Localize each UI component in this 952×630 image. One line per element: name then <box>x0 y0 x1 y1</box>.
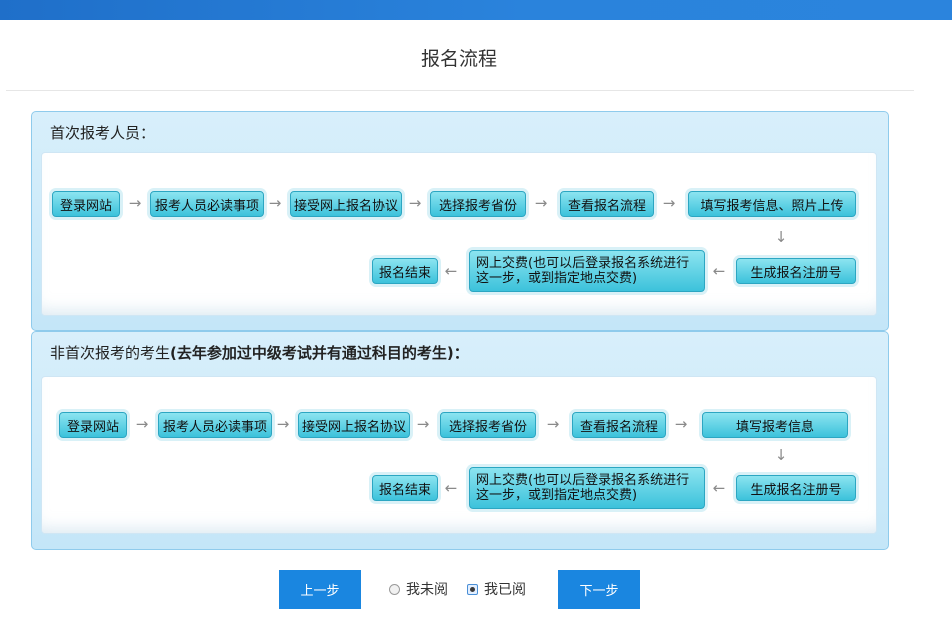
flow-step: 查看报名流程 <box>572 412 666 438</box>
top-banner <box>0 0 952 20</box>
first-time-panel: 首次报考人员： 登录网站 → 报考人员必读事项 → 接受网上报名协议 → 选择报… <box>31 111 889 331</box>
flow-step-payment: 网上交费(也可以后登录报名系统进行这一步，或到指定地点交费) <box>469 250 705 292</box>
arrow-right-icon: → <box>268 194 282 212</box>
unread-radio-option[interactable]: 我未阅 <box>389 579 448 599</box>
first-time-heading: 首次报考人员： <box>50 124 156 142</box>
flow-step: 生成报名注册号 <box>736 475 856 501</box>
arrow-right-icon: → <box>662 194 676 212</box>
flow-step: 填写报考信息 <box>702 412 848 438</box>
returning-panel: 非首次报考的考生(去年参加过中级考试并有通过科目的考生)： 登录网站 → 报考人… <box>31 331 889 550</box>
returning-heading-bold: (去年参加过中级考试并有通过科目的考生)： <box>170 344 469 362</box>
first-time-flow: 登录网站 → 报考人员必读事项 → 接受网上报名协议 → 选择报考省份 → 查看… <box>41 152 877 316</box>
arrow-right-icon: → <box>546 415 560 433</box>
flow-step: 填写报考信息、照片上传 <box>688 191 856 217</box>
flow-step: 接受网上报名协议 <box>290 191 402 217</box>
returning-heading: 非首次报考的考生(去年参加过中级考试并有通过科目的考生)： <box>50 342 469 363</box>
arrow-right-icon: → <box>534 194 548 212</box>
flow-step: 报考人员必读事项 <box>150 191 264 217</box>
page-title: 报名流程 <box>420 48 497 70</box>
arrow-right-icon: → <box>416 415 430 433</box>
unread-label: 我未阅 <box>406 582 448 598</box>
arrow-left-icon: ← <box>712 479 726 497</box>
flow-step: 生成报名注册号 <box>736 258 856 284</box>
flow-step: 查看报名流程 <box>560 191 654 217</box>
flow-step: 接受网上报名协议 <box>298 412 410 438</box>
flow-step-end: 报名结束 <box>372 258 438 284</box>
returning-flow: 登录网站 → 报考人员必读事项 → 接受网上报名协议 → 选择报考省份 → 查看… <box>41 376 877 534</box>
flow-step: 登录网站 <box>52 191 120 217</box>
prev-step-button[interactable]: 上一步 <box>279 570 361 609</box>
read-label: 我已阅 <box>484 582 526 598</box>
unread-radio[interactable] <box>389 583 400 595</box>
next-step-button[interactable]: 下一步 <box>558 570 640 609</box>
arrow-right-icon: → <box>128 194 142 212</box>
flow-step: 选择报考省份 <box>430 191 526 217</box>
arrow-down-icon: ↓ <box>774 228 788 246</box>
flow-step-end: 报名结束 <box>372 475 438 501</box>
arrow-left-icon: ← <box>444 479 458 497</box>
flow-step-payment: 网上交费(也可以后登录报名系统进行这一步，或到指定地点交费) <box>469 467 705 509</box>
title-divider <box>6 90 914 91</box>
read-radio-option[interactable]: 我已阅 <box>467 579 526 599</box>
arrow-right-icon: → <box>135 415 149 433</box>
returning-heading-plain: 非首次报考的考生 <box>50 344 171 362</box>
arrow-left-icon: ← <box>712 262 726 280</box>
arrow-right-icon: → <box>674 415 688 433</box>
arrow-right-icon: → <box>408 194 422 212</box>
arrow-down-icon: ↓ <box>774 446 788 464</box>
flow-step: 选择报考省份 <box>440 412 536 438</box>
arrow-right-icon: → <box>276 415 290 433</box>
read-radio[interactable] <box>467 583 478 595</box>
flow-step: 登录网站 <box>59 412 127 438</box>
arrow-left-icon: ← <box>444 262 458 280</box>
flow-step: 报考人员必读事项 <box>158 412 272 438</box>
